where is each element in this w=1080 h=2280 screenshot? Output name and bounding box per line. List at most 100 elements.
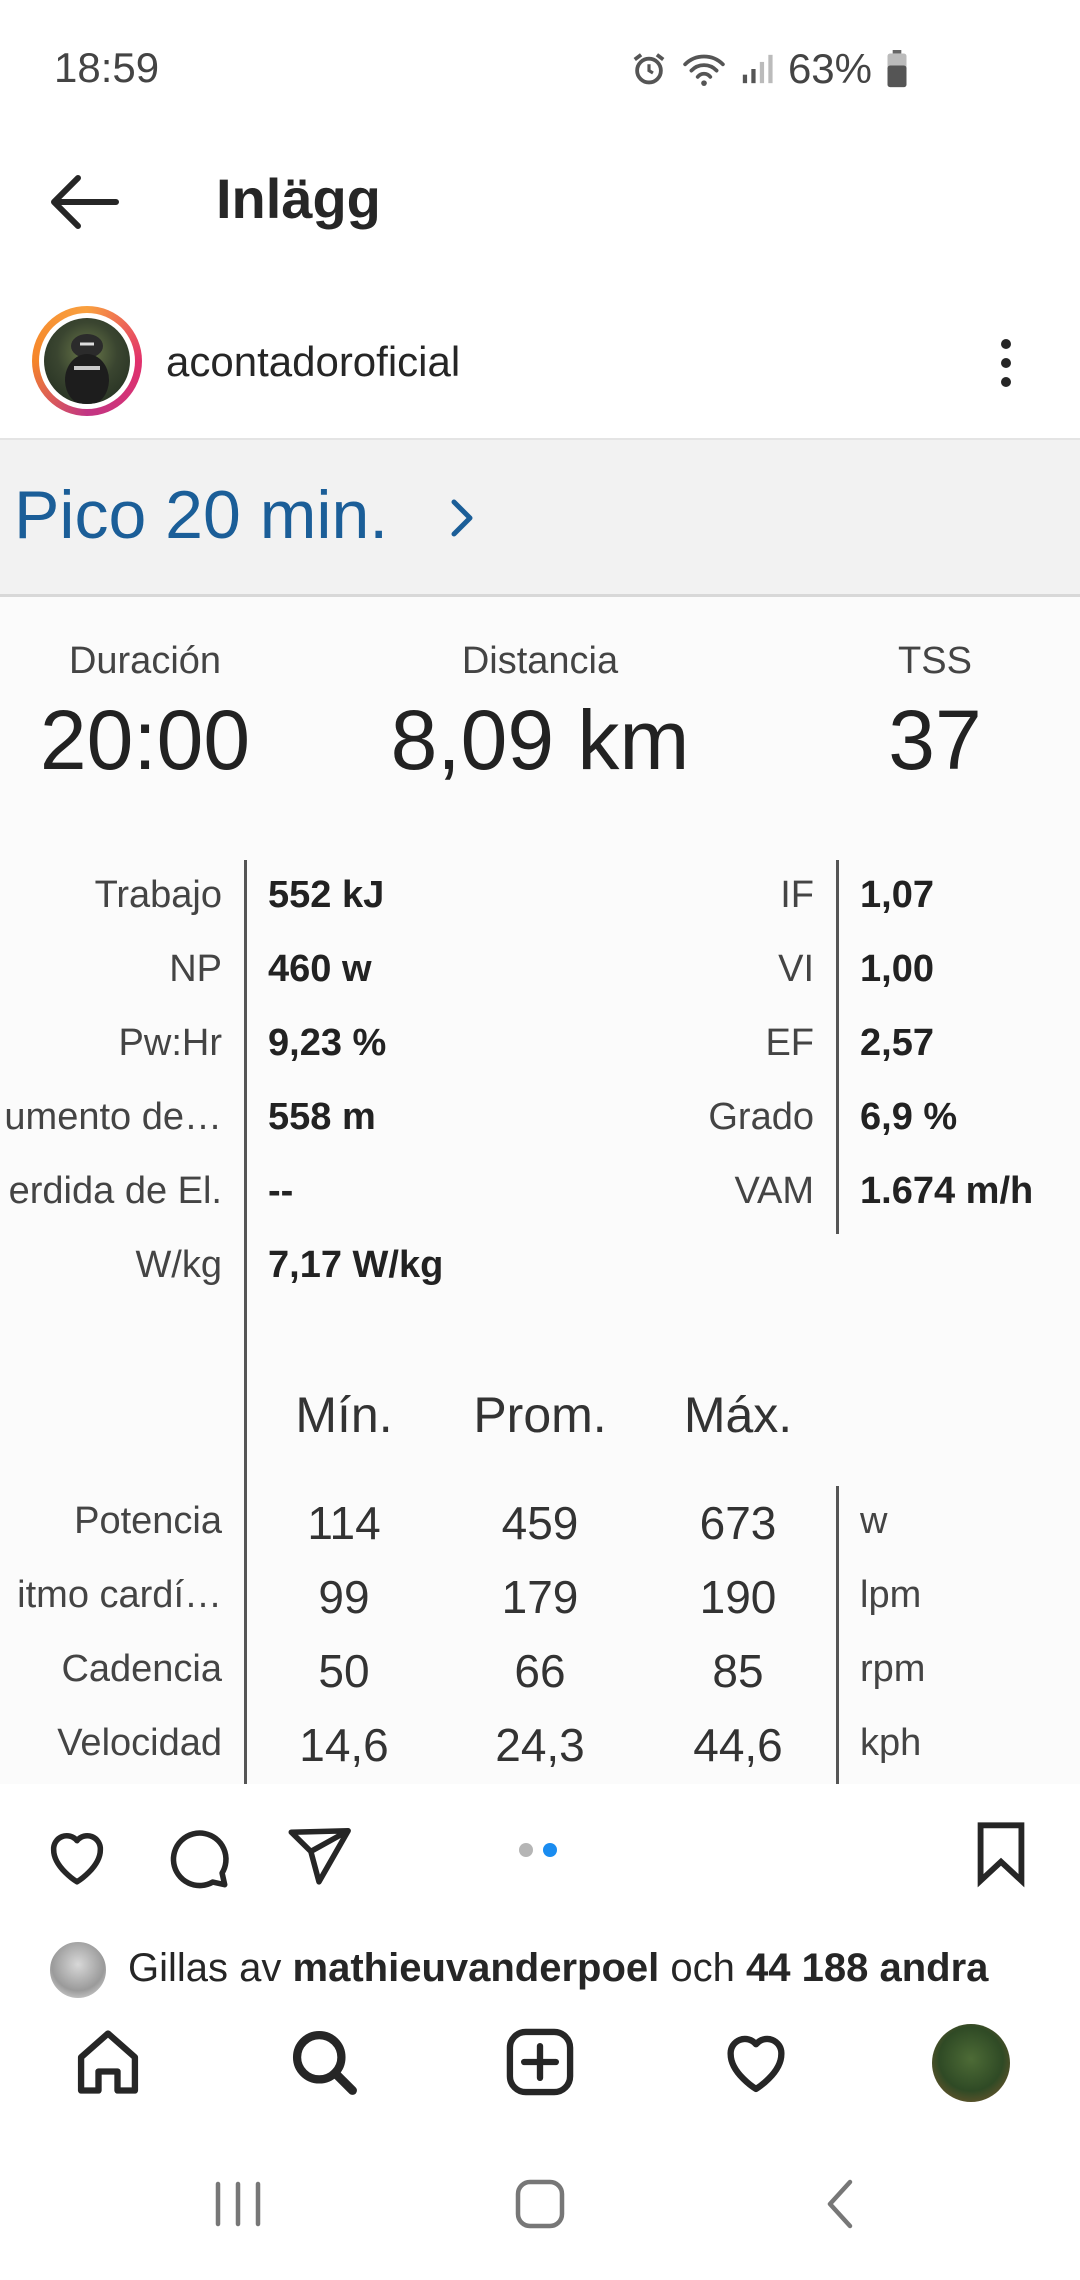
signal-icon bbox=[742, 54, 773, 84]
carousel-dot-active bbox=[543, 1843, 557, 1857]
back-system-button[interactable] bbox=[812, 2174, 872, 2234]
metric-value: 558 m bbox=[268, 1096, 376, 1138]
likes-summary[interactable]: Gillas av mathieuvanderpoel och 44 188 a… bbox=[128, 1946, 988, 1991]
more-button[interactable] bbox=[988, 336, 1024, 390]
comment-button[interactable] bbox=[162, 1822, 232, 1892]
cell-max: 673 bbox=[699, 1497, 777, 1549]
cell-min: 99 bbox=[318, 1571, 370, 1623]
plus-square-icon bbox=[506, 2028, 574, 2096]
metric-value: -- bbox=[268, 1170, 294, 1212]
divider bbox=[836, 860, 839, 1234]
back-button[interactable] bbox=[46, 168, 122, 236]
unit: w bbox=[860, 1500, 888, 1542]
liker-avatar[interactable] bbox=[48, 1940, 108, 2000]
metric-value: 1,00 bbox=[860, 948, 934, 990]
bookmark-icon bbox=[977, 1822, 1025, 1888]
stat-value: 8,09 km bbox=[390, 693, 690, 787]
carousel-dot bbox=[519, 1843, 533, 1857]
cell-avg: 179 bbox=[501, 1571, 579, 1623]
more-vertical-icon bbox=[1001, 339, 1011, 387]
cell-min: 14,6 bbox=[299, 1719, 389, 1771]
stat-value: 20:00 bbox=[39, 693, 251, 787]
row-label: Potencia bbox=[74, 1500, 222, 1542]
unit: lpm bbox=[860, 1574, 922, 1616]
row-label: Velocidad bbox=[57, 1722, 222, 1764]
chevron-right-icon bbox=[451, 499, 473, 537]
page-title: Inlägg bbox=[216, 167, 381, 230]
nav-profile-avatar[interactable] bbox=[932, 2024, 1010, 2102]
metric-label: erdida de El. bbox=[8, 1170, 222, 1212]
home-system-button[interactable] bbox=[510, 2174, 570, 2234]
divider bbox=[244, 1486, 247, 1784]
like-button[interactable] bbox=[42, 1822, 112, 1892]
send-icon bbox=[288, 1827, 351, 1885]
row-label: Cadencia bbox=[61, 1648, 222, 1690]
save-button[interactable] bbox=[966, 1818, 1036, 1888]
recent-apps-button[interactable] bbox=[208, 2174, 268, 2234]
heart-icon bbox=[727, 2035, 785, 2093]
battery-percent: 63% bbox=[787, 45, 872, 92]
metric-label: umento de… bbox=[4, 1096, 222, 1138]
nav-create[interactable] bbox=[502, 2024, 578, 2100]
home-icon bbox=[77, 2030, 139, 2094]
metric-label: NP bbox=[169, 948, 222, 990]
cell-min: 114 bbox=[307, 1497, 381, 1549]
likes-count[interactable]: 44 188 andra bbox=[746, 1946, 988, 1990]
metric-label: Pw:Hr bbox=[118, 1022, 222, 1064]
cell-max: 44,6 bbox=[693, 1719, 783, 1771]
status-time: 18:59 bbox=[54, 44, 160, 91]
nav-search[interactable] bbox=[286, 2024, 362, 2100]
cell-min: 50 bbox=[318, 1645, 370, 1697]
share-button[interactable] bbox=[284, 1822, 354, 1892]
heart-icon bbox=[50, 1833, 104, 1885]
stat-label: Distancia bbox=[461, 640, 619, 682]
comment-icon bbox=[170, 1830, 229, 1889]
column-header: Mín. bbox=[295, 1387, 393, 1443]
metric-value: 1.674 m/h bbox=[860, 1170, 1034, 1212]
workout-header: Pico 20 min. bbox=[0, 440, 1080, 597]
metric-value: 2,57 bbox=[860, 1022, 934, 1064]
metric-label: VI bbox=[778, 948, 814, 990]
metric-label: EF bbox=[765, 1022, 814, 1064]
likes-prefix: Gillas av bbox=[128, 1946, 282, 1990]
unit: kph bbox=[860, 1722, 922, 1764]
workout-title: Pico 20 min. bbox=[14, 477, 389, 553]
metric-value: 9,23 % bbox=[268, 1022, 387, 1064]
metric-value: 460 w bbox=[268, 948, 372, 990]
metric-label: VAM bbox=[734, 1170, 814, 1212]
likes-user[interactable]: mathieuvanderpoel bbox=[293, 1946, 660, 1990]
cell-max: 190 bbox=[699, 1571, 777, 1623]
metric-label: W/kg bbox=[135, 1244, 222, 1286]
nav-home[interactable] bbox=[70, 2024, 146, 2100]
stat-label: Duración bbox=[68, 640, 222, 682]
metric-value: 1,07 bbox=[860, 874, 934, 916]
metric-value: 6,9 % bbox=[860, 1096, 958, 1138]
stat-value: 37 bbox=[888, 693, 982, 787]
cell-avg: 24,3 bbox=[495, 1719, 585, 1771]
home-system-icon bbox=[515, 2179, 565, 2229]
cell-avg: 66 bbox=[514, 1645, 566, 1697]
search-icon bbox=[292, 2030, 357, 2095]
avatar-photo bbox=[65, 334, 109, 404]
cell-avg: 459 bbox=[501, 1497, 579, 1549]
chevron-left-icon bbox=[827, 2179, 853, 2229]
likes-middle: och bbox=[670, 1946, 735, 1990]
recent-apps-icon bbox=[215, 2181, 261, 2227]
row-label: itmo cardí… bbox=[17, 1574, 222, 1616]
metric-label: Trabajo bbox=[94, 874, 222, 916]
wifi-icon bbox=[683, 54, 725, 86]
post-username[interactable]: acontadoroficial bbox=[166, 338, 460, 386]
cell-max: 85 bbox=[712, 1645, 764, 1697]
column-header: Máx. bbox=[683, 1387, 793, 1443]
stat-label: TSS bbox=[898, 640, 972, 682]
status-icons: 63% bbox=[630, 44, 908, 94]
arrow-left-icon bbox=[51, 175, 119, 229]
metric-label: Grado bbox=[708, 1096, 814, 1138]
alarm-icon bbox=[633, 53, 665, 85]
divider bbox=[836, 1486, 839, 1784]
metric-value: 552 kJ bbox=[268, 874, 385, 916]
avatar[interactable] bbox=[44, 318, 130, 404]
nav-activity[interactable] bbox=[718, 2024, 794, 2100]
post-image[interactable]: Pico 20 min. Duración 20:00 Distancia 8,… bbox=[0, 438, 1080, 1784]
metric-value: 7,17 W/kg bbox=[268, 1244, 444, 1286]
